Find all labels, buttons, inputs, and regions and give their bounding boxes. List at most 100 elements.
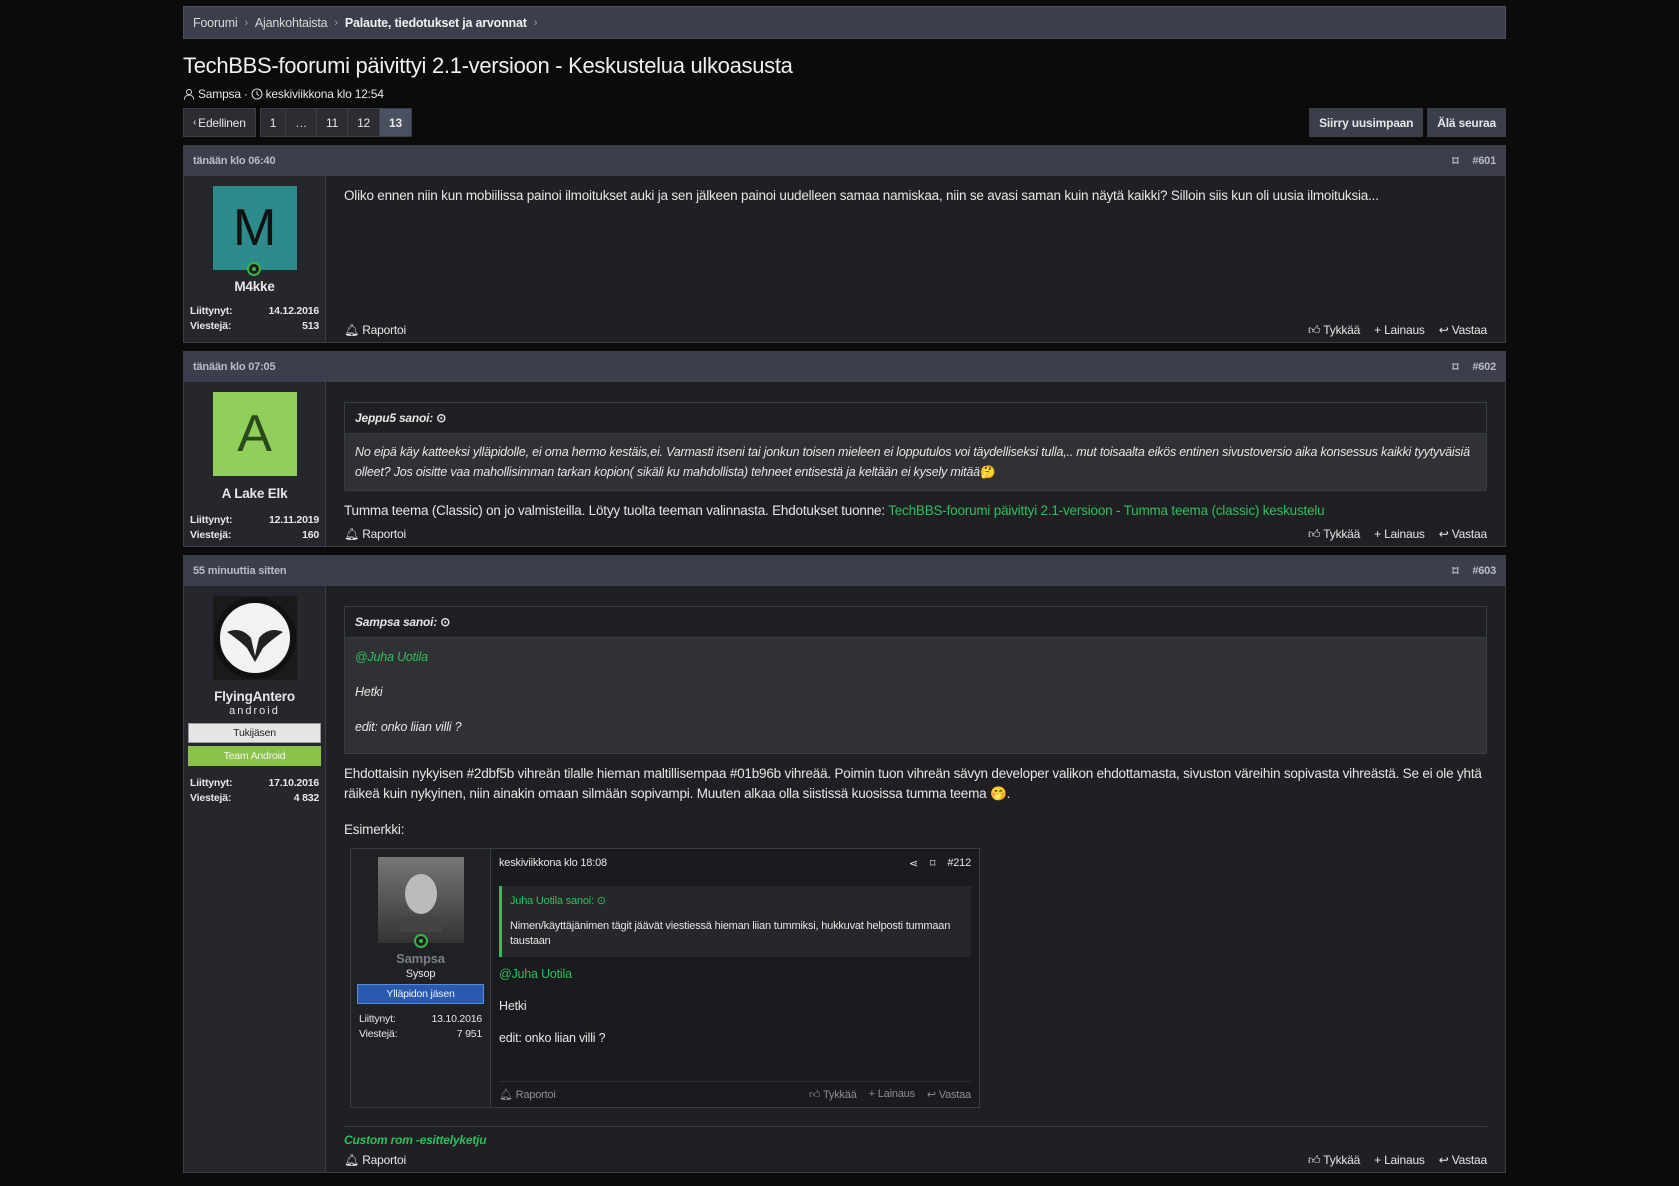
avatar[interactable] [212, 596, 297, 680]
quote-mention[interactable]: @Juha Uotila [355, 640, 1476, 675]
bell-icon: 🔔︎ [344, 1153, 360, 1167]
username[interactable]: FlyingAntero [188, 689, 321, 704]
like-label: Tykkää [1323, 323, 1361, 337]
thread-link[interactable]: TechBBS-foorumi päivittyi 2.1-versioon -… [888, 503, 1325, 518]
joined-label: Liittynyt: [359, 1013, 396, 1025]
sample-number: #212 [947, 857, 971, 869]
report-button[interactable]: 🔔︎ Raportoi [344, 1153, 406, 1168]
quote-author: Sampsa sanoi: [355, 615, 438, 629]
thinking-emoji-icon: 🤔 [979, 465, 996, 479]
like-button[interactable]: 👍︎ Tykkää [1308, 527, 1360, 542]
user-icon [184, 89, 194, 100]
post-number[interactable]: #601 [1472, 155, 1496, 167]
avatar[interactable]: A [212, 392, 297, 476]
bookmark-icon[interactable]: ⌑ [1452, 564, 1458, 578]
page-1[interactable]: 1 [259, 108, 287, 137]
page-11[interactable]: 11 [317, 108, 349, 137]
plus-icon: + [1374, 527, 1381, 541]
unwatch-button[interactable]: Älä seuraa [1427, 108, 1506, 137]
username[interactable]: M4kke [188, 279, 321, 294]
report-button[interactable]: 🔔︎ Raportoi [344, 527, 406, 542]
online-icon [413, 934, 428, 948]
reply-label: Vastaa [938, 1089, 971, 1101]
signature-link[interactable]: Custom rom -esittelyketju [344, 1126, 1487, 1147]
sample-user-panel: Sampsa Sysop Ylläpidon jäsen Liittynyt: 1… [351, 849, 491, 1107]
report-label: Raportoi [362, 323, 406, 337]
user-panel: M M4kke Liittynyt: 14.12.2016 Viestejä: 51… [184, 176, 326, 342]
reply-button[interactable]: ↩︎ Vastaa [1439, 527, 1487, 542]
supporter-banner: Tukijäsen [188, 723, 321, 743]
posts-label: Viestejä: [190, 320, 232, 332]
like-button[interactable]: 👍︎ Tykkää [1308, 323, 1360, 338]
crumb-feedback[interactable]: Palaute, tiedotukset ja arvonnat [345, 16, 527, 30]
post: 55 minuuttia sitten ⌑ #603 FlyingAntero a… [183, 555, 1506, 1173]
example-label: Esimerkki: [344, 822, 405, 837]
post-footer: 🔔︎ Raportoi 👍︎ Tykkää + Lainaus ↩︎ Vasta… [344, 317, 1487, 342]
jump-latest-button[interactable]: Siirry uusimpaan [1309, 108, 1424, 137]
page-13[interactable]: 13 [380, 108, 412, 137]
post: tänään klo 07:05 ⌑ #602 A A Lake Elk Liit… [183, 351, 1506, 547]
bookmark-icon[interactable]: ⌑ [1452, 360, 1458, 374]
prev-page-button[interactable]: ‹ Edellinen [183, 108, 256, 137]
online-icon [246, 262, 261, 276]
sample-post-head: keskiviikkona klo 18:08 ⋖ ⌑ #212 [499, 857, 971, 886]
plus-icon: + [1374, 323, 1381, 337]
thread-author[interactable]: Sampsa [198, 87, 241, 101]
quote-text: @Juha Uotila Hetki edit: onko liian vill… [345, 638, 1486, 753]
user-stats: Liittynyt: 12.11.2019 Viestejä: 160 [188, 513, 321, 543]
clock-icon [251, 88, 263, 100]
plus-icon: + [868, 1088, 875, 1100]
post-message: Oliko ennen niin kun mobiilissa painoi i… [344, 188, 1379, 203]
user-stats: Liittynyt: 17.10.2016 Viestejä: 4 832 [188, 776, 321, 806]
example-screenshot: Sampsa Sysop Ylläpidon jäsen Liittynyt: 1… [350, 848, 980, 1108]
quote-header[interactable]: Jeppu5 sanoi: ⊙ [345, 403, 1486, 434]
avatar-letter: A [237, 405, 272, 463]
page-12[interactable]: 12 [348, 108, 381, 137]
posts-value: 160 [302, 529, 319, 541]
like-button[interactable]: 👍︎ Tykkää [1308, 1153, 1360, 1168]
thumbs-up-icon: 👍︎ [1308, 323, 1321, 337]
like-label: Tykkää [1323, 527, 1361, 541]
quote-button[interactable]: + Lainaus [1374, 1153, 1425, 1168]
page-ellipsis[interactable]: … [286, 108, 318, 137]
user-stats: Liittynyt: 14.12.2016 Viestejä: 513 [188, 304, 321, 334]
team-android-banner: Team Android [188, 746, 321, 766]
posts-value: 4 832 [293, 792, 319, 804]
reply-icon: ↩︎ [1438, 323, 1449, 337]
username[interactable]: A Lake Elk [188, 486, 321, 501]
like-label: Tykkää [822, 1089, 857, 1101]
reply-button[interactable]: ↩︎ Vastaa [1439, 1153, 1487, 1168]
avatar[interactable]: M [212, 186, 297, 276]
thread-date[interactable]: keskiviikkona klo 12:54 [266, 87, 384, 101]
thread-meta: Sampsa · keskiviikkona klo 12:54 [183, 87, 1506, 101]
message-text: Ehdottaisin nykyisen #2dbf5b vihreän til… [344, 766, 1482, 801]
sample-staff-banner: Ylläpidon jäsen [357, 984, 484, 1004]
prev-label: Edellinen [198, 115, 246, 130]
report-label: Raportoi [362, 527, 406, 541]
post-time[interactable]: tänään klo 06:40 [193, 155, 276, 167]
post-time[interactable]: 55 minuuttia sitten [193, 565, 287, 577]
crumb-forum[interactable]: Foorumi [193, 16, 238, 30]
joined-value: 14.12.2016 [268, 305, 319, 317]
quote-block: Sampsa sanoi: ⊙ @Juha Uotila Hetki edit:… [344, 606, 1487, 754]
share-icon: ⋖ [908, 858, 918, 870]
bookmark-icon[interactable]: ⌑ [1452, 154, 1458, 168]
joined-value: 13.10.2016 [431, 1013, 482, 1025]
post-number[interactable]: #603 [1472, 565, 1496, 577]
chevron-left-icon: ‹ [193, 117, 197, 128]
quote-header[interactable]: Sampsa sanoi: ⊙ [345, 607, 1486, 638]
quote-label: Lainaus [1384, 1153, 1425, 1167]
crumb-separator: › [244, 16, 248, 29]
crumb-current-affairs[interactable]: Ajankohtaista [255, 16, 328, 30]
arrow-up-icon: ⊙ [596, 895, 606, 907]
post-number[interactable]: #602 [1472, 361, 1496, 373]
quote-button[interactable]: + Lainaus [1374, 323, 1425, 338]
reply-label: Vastaa [1451, 1153, 1487, 1167]
joined-label: Liittynyt: [190, 514, 233, 526]
report-button[interactable]: 🔔︎ Raportoi [344, 323, 406, 338]
reply-button[interactable]: ↩︎ Vastaa [1439, 323, 1487, 338]
post-time[interactable]: tänään klo 07:05 [193, 361, 276, 373]
like-label: Tykkää [1323, 1153, 1361, 1167]
posts-label: Viestejä: [190, 529, 232, 541]
quote-button[interactable]: + Lainaus [1374, 527, 1425, 542]
